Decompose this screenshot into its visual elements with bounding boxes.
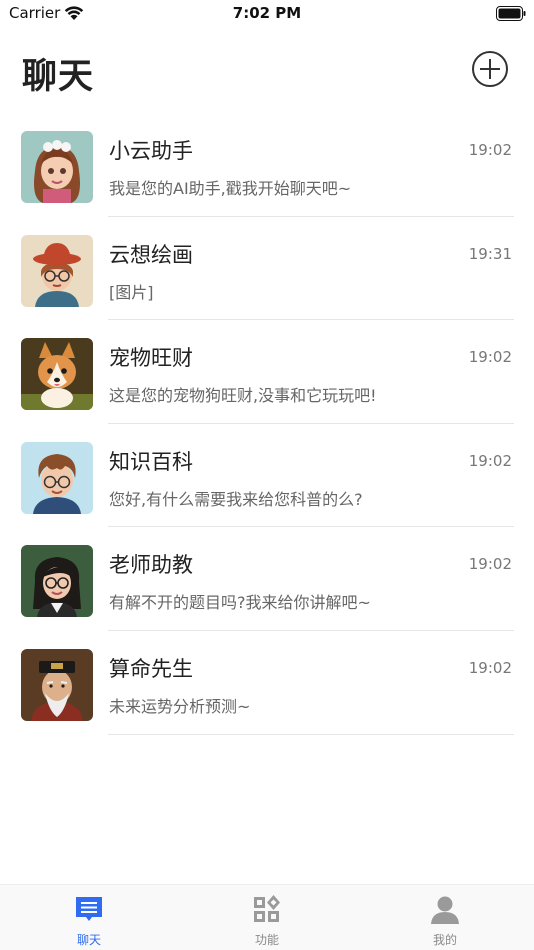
- battery-icon: [496, 6, 526, 21]
- chat-time: 19:02: [468, 451, 512, 470]
- boy-avatar: [21, 441, 93, 514]
- chat-item[interactable]: 云想绘画 19:31 [图片]: [0, 217, 534, 321]
- chat-time: 19:02: [468, 348, 512, 367]
- tab-chat[interactable]: 聊天: [0, 885, 178, 950]
- add-chat-button[interactable]: [471, 50, 509, 88]
- profile-icon: [431, 896, 459, 924]
- apps-icon: [254, 895, 280, 922]
- tab-label: 功能: [254, 933, 279, 947]
- chat-item[interactable]: 算命先生 19:02 未来运势分析预测~: [0, 631, 534, 735]
- painter-avatar: [21, 234, 93, 307]
- chat-name: 宠物旺财: [109, 346, 193, 371]
- tab-features[interactable]: 功能: [178, 885, 356, 950]
- chat-preview: 这是您的宠物狗旺财,没事和它玩玩吧!: [109, 386, 377, 406]
- chat-time: 19:02: [468, 141, 512, 159]
- page-title: 聊天: [22, 57, 95, 97]
- chat-preview: 有解不开的题目吗?我来给你讲解吧~: [109, 593, 371, 613]
- plus-circle-icon: [472, 51, 508, 87]
- chat-time: 19:02: [468, 555, 512, 574]
- divider: [108, 733, 514, 735]
- chat-name: 老师助教: [109, 553, 193, 578]
- girl-avatar: [21, 131, 93, 203]
- tab-label: 我的: [432, 933, 457, 947]
- chat-time: 19:31: [468, 244, 512, 263]
- corgi-avatar: [21, 338, 93, 411]
- tab-bar: 聊天 功能 我的: [0, 884, 534, 950]
- chat-item[interactable]: 知识百科 19:02 您好,有什么需要我来给您科普的么?: [0, 424, 534, 528]
- status-time: 7:02 PM: [232, 4, 302, 22]
- chat-item[interactable]: 宠物旺财 19:02 这是您的宠物狗旺财,没事和它玩玩吧!: [0, 320, 534, 424]
- chat-preview: 您好,有什么需要我来给您科普的么?: [109, 489, 363, 509]
- chat-preview: 未来运势分析预测~: [109, 696, 251, 716]
- fortune-teller-avatar: [21, 648, 93, 721]
- chat-name: 知识百科: [109, 449, 193, 474]
- header: 聊天: [0, 30, 534, 110]
- chat-name: 小云助手: [109, 139, 193, 163]
- status-bar: Carrier 7:02 PM: [0, 0, 534, 30]
- teacher-avatar: [21, 545, 93, 618]
- tab-label: 聊天: [76, 933, 101, 947]
- chat-list: 小云助手 19:02 我是您的AI助手,戳我开始聊天吧~ 云想绘画 19:31 …: [0, 113, 534, 735]
- tab-profile[interactable]: 我的: [356, 885, 534, 950]
- chat-item[interactable]: 老师助教 19:02 有解不开的题目吗?我来给你讲解吧~: [0, 527, 534, 631]
- chat-item[interactable]: 小云助手 19:02 我是您的AI助手,戳我开始聊天吧~: [0, 113, 534, 217]
- chat-preview: 我是您的AI助手,戳我开始聊天吧~: [109, 179, 352, 198]
- chat-icon: [76, 897, 102, 921]
- chat-list-screen: Carrier 7:02 PM 聊天 小云助手 19:02 我是您的AI助手,戳…: [0, 0, 534, 950]
- chat-name: 算命先生: [109, 656, 193, 681]
- chat-time: 19:02: [468, 658, 512, 677]
- chat-preview: [图片]: [109, 282, 154, 302]
- chat-name: 云想绘画: [109, 242, 193, 267]
